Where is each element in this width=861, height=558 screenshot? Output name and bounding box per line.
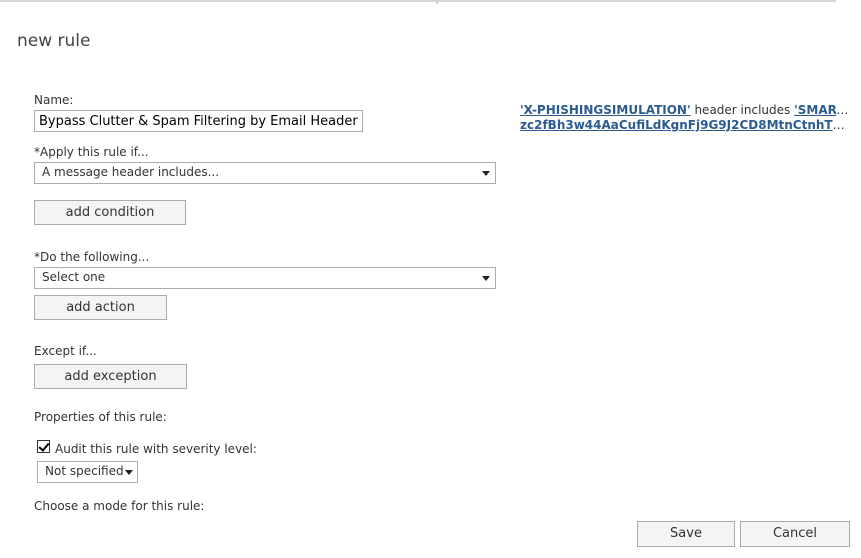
- header-value-link[interactable]: 'SMARTFENSE-: [794, 103, 850, 117]
- except-label: Except if...: [34, 344, 97, 358]
- condition-middle-text: header includes: [690, 103, 795, 117]
- mode-clip: Choose a mode for this rule:: [0, 495, 861, 510]
- cancel-button[interactable]: Cancel: [740, 521, 850, 547]
- chevron-down-icon: [125, 470, 133, 475]
- add-action-button[interactable]: add action: [34, 295, 167, 320]
- top-divider: [0, 0, 836, 2]
- mode-label: Choose a mode for this rule:: [34, 499, 205, 510]
- do-following-select[interactable]: Select one: [34, 267, 496, 289]
- add-exception-button[interactable]: add exception: [34, 364, 187, 389]
- apply-rule-select-value: A message header includes...: [42, 165, 220, 179]
- condition-description: 'X-PHISHINGSIMULATION' header includes '…: [520, 103, 850, 133]
- save-button[interactable]: Save: [637, 521, 735, 547]
- condition-description-line1: 'X-PHISHINGSIMULATION' header includes '…: [520, 103, 850, 118]
- header-name-link[interactable]: 'X-PHISHINGSIMULATION': [520, 103, 691, 117]
- dialog-title: new rule: [17, 31, 91, 51]
- audit-label: Audit this rule with severity level:: [55, 442, 257, 456]
- header-value-link-continued[interactable]: zc2fBh3w44AaCufiLdKgnFj9G9J2CD8MtnCtnhTG…: [520, 118, 850, 132]
- do-following-label: *Do the following...: [34, 250, 150, 264]
- apply-rule-select[interactable]: A message header includes...: [34, 162, 496, 184]
- chevron-down-icon: [482, 276, 490, 281]
- apply-rule-label: *Apply this rule if...: [34, 145, 149, 159]
- properties-label: Properties of this rule:: [34, 410, 167, 424]
- severity-select-value: Not specified: [45, 464, 124, 478]
- name-input[interactable]: Bypass Clutter & Spam Filtering by Email…: [34, 110, 363, 132]
- condition-description-line2: zc2fBh3w44AaCufiLdKgnFj9G9J2CD8MtnCtnhTG…: [520, 118, 850, 133]
- name-label: Name:: [34, 93, 74, 107]
- do-following-select-value: Select one: [42, 270, 106, 284]
- audit-checkbox[interactable]: [37, 440, 50, 453]
- chevron-down-icon: [482, 171, 490, 176]
- top-divider-accent: [436, 0, 438, 4]
- checkmark-icon: [38, 440, 50, 452]
- add-condition-button[interactable]: add condition: [34, 200, 186, 225]
- severity-select[interactable]: Not specified: [37, 461, 138, 483]
